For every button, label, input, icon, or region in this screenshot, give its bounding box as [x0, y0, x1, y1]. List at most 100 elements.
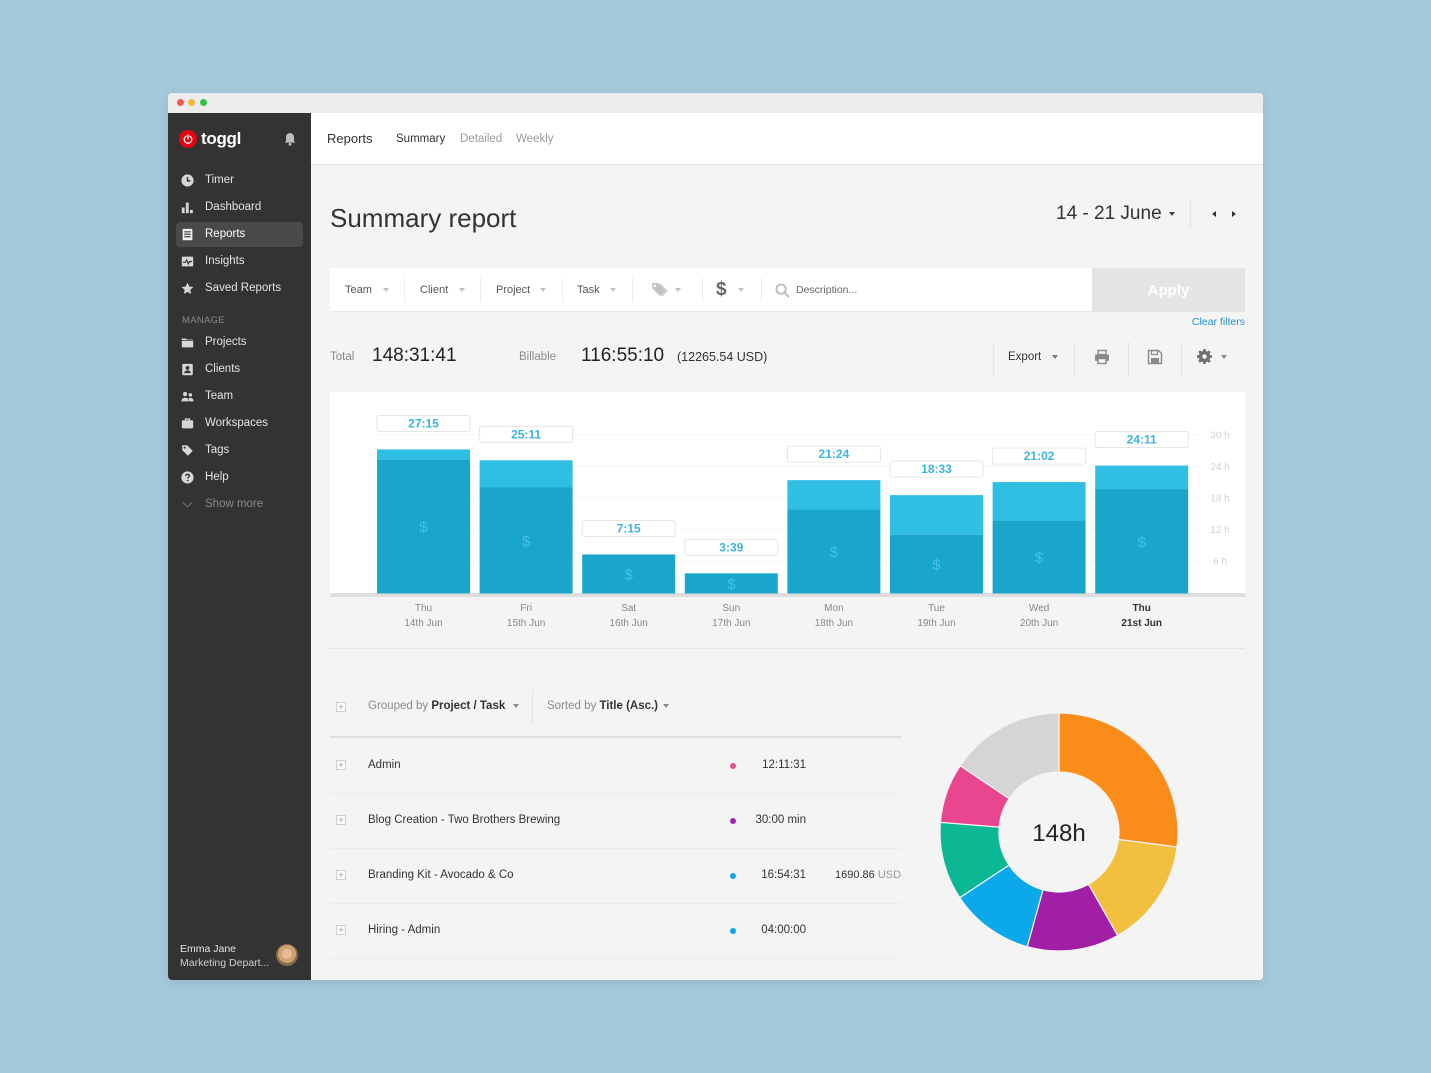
caret-down-icon — [459, 288, 465, 292]
filter-tags-button[interactable] — [651, 282, 671, 303]
bar-nonbillable[interactable] — [479, 460, 573, 488]
filter-project[interactable]: Project — [496, 268, 530, 312]
sidebar-item-saved-reports[interactable]: Saved Reports — [176, 276, 303, 301]
sidebar-item-help[interactable]: Help — [176, 465, 303, 490]
date-range-picker[interactable]: 14 - 21 June — [1056, 202, 1181, 226]
divider — [632, 278, 633, 302]
minimize-window-button[interactable] — [187, 98, 195, 106]
show-more-button[interactable]: Show more — [176, 492, 303, 517]
grouped-by-select[interactable]: Grouped by Project / Task — [368, 699, 505, 713]
filter-billable-button[interactable]: $ — [716, 278, 727, 302]
expand-row-button[interactable]: + — [336, 925, 346, 935]
expand-row-button[interactable]: + — [336, 760, 346, 770]
sorted-by-select[interactable]: Sorted by Title (Asc.) — [547, 699, 658, 713]
filter-task[interactable]: Task — [577, 268, 600, 312]
sidebar-item-timer[interactable]: Timer — [176, 168, 303, 193]
expand-row-button[interactable]: + — [336, 870, 346, 880]
x-tick-date: 17th Jun — [712, 618, 750, 629]
sidebar-item-label: Timer — [205, 173, 234, 186]
caret-down-icon — [738, 288, 744, 292]
billable-dollar-marker: $ — [419, 519, 428, 536]
next-period-button[interactable] — [1232, 210, 1236, 217]
bar-total-label: 27:15 — [408, 416, 439, 430]
print-button[interactable] — [1094, 349, 1110, 370]
divider — [404, 278, 405, 302]
project-amount: 1690.86 USD — [835, 848, 901, 903]
bar-nonbillable[interactable] — [787, 480, 881, 510]
sidebar-item-insights[interactable]: Insights — [176, 249, 303, 274]
donut-center-label: 148h — [1032, 820, 1085, 847]
billable-dollar-marker: $ — [625, 566, 634, 583]
billable-amount: (12265.54 USD) — [677, 350, 768, 364]
sidebar-item-reports[interactable]: Reports — [176, 221, 303, 247]
sidebar-item-clients[interactable]: Clients — [176, 357, 303, 382]
main-content: Reports Summary Detailed Weekly Summary … — [311, 113, 1263, 980]
description-search-input[interactable] — [796, 280, 1096, 300]
project-color-dot — [730, 928, 736, 934]
amount-currency: USD — [877, 869, 902, 881]
project-row[interactable]: + Branding Kit - Avocado & Co 16:54:31 1… — [330, 848, 901, 903]
divider — [1181, 342, 1182, 376]
expand-row-button[interactable]: + — [336, 815, 346, 825]
apply-button[interactable]: Apply — [1092, 268, 1245, 312]
bar-nonbillable[interactable] — [890, 495, 983, 535]
billable-dollar-marker: $ — [1138, 534, 1147, 551]
sidebar-item-dashboard[interactable]: Dashboard — [176, 195, 303, 220]
project-name: Hiring - Admin — [368, 924, 441, 936]
bar-nonbillable[interactable] — [992, 482, 1086, 521]
project-duration: 12:11:31 — [762, 759, 806, 771]
x-tick-day: Fri — [520, 603, 532, 614]
clear-filters-link[interactable]: Clear filters — [1171, 316, 1245, 329]
project-row[interactable]: + Blog Creation - Two Brothers Brewing 3… — [330, 793, 901, 848]
sidebar-item-label: Show more — [205, 497, 264, 510]
sidebar-item-tags[interactable]: Tags — [176, 438, 303, 463]
insights-icon — [181, 255, 194, 268]
x-tick-day: Thu — [1133, 603, 1151, 614]
bar-total-label: 25:11 — [511, 427, 541, 441]
y-tick-label: 24 h — [1210, 462, 1229, 473]
settings-button[interactable] — [1197, 349, 1237, 365]
notifications-bell-icon[interactable] — [284, 132, 296, 146]
x-tick-day: Tue — [928, 603, 945, 614]
export-button[interactable]: Export — [1008, 347, 1064, 367]
tags-icon — [652, 283, 668, 297]
close-window-button[interactable] — [176, 98, 184, 106]
project-name: Admin — [368, 759, 401, 771]
sorted-by-prefix: Sorted by — [547, 700, 597, 712]
briefcase-icon — [181, 417, 194, 430]
team-icon — [181, 390, 194, 403]
toggl-logo-icon[interactable] — [179, 130, 197, 148]
tab-summary[interactable]: Summary — [396, 113, 445, 165]
bar-nonbillable[interactable] — [377, 449, 470, 460]
project-row[interactable]: + Hiring - Admin 04:00:00 — [330, 903, 901, 958]
project-row[interactable]: + Admin 12:11:31 — [330, 738, 901, 793]
filter-team[interactable]: Team — [345, 268, 372, 312]
x-tick-date: 14th Jun — [404, 618, 442, 629]
bar-nonbillable[interactable] — [1095, 465, 1189, 490]
tab-weekly[interactable]: Weekly — [516, 113, 554, 165]
avatar[interactable] — [276, 944, 298, 966]
row-divider — [330, 958, 901, 959]
project-color-dot — [730, 818, 736, 824]
save-report-button[interactable] — [1147, 349, 1163, 370]
previous-period-button[interactable] — [1212, 210, 1216, 217]
expand-all-button[interactable]: + — [336, 702, 346, 712]
bar-total-label: 21:02 — [1024, 449, 1055, 463]
bar-total-label: 21:24 — [819, 447, 850, 461]
user-name[interactable]: Emma Jane — [180, 943, 236, 956]
amount-value: 1690.86 — [835, 869, 875, 881]
x-tick-date: 19th Jun — [917, 618, 955, 629]
y-tick-label: 30 h — [1210, 431, 1229, 442]
billable-dollar-marker: $ — [830, 544, 839, 561]
sidebar: toggl Timer Dashboard Reports Insights S… — [168, 113, 311, 980]
billable-value: 116:55:10 — [581, 345, 665, 366]
filter-client[interactable]: Client — [420, 268, 448, 312]
tab-detailed[interactable]: Detailed — [460, 113, 502, 165]
sidebar-item-label: Projects — [205, 335, 247, 348]
caret-down-icon — [513, 704, 519, 708]
sidebar-item-projects[interactable]: Projects — [176, 330, 303, 355]
maximize-window-button[interactable] — [199, 98, 207, 106]
sorted-by-value: Title (Asc.) — [599, 700, 659, 712]
sidebar-item-workspaces[interactable]: Workspaces — [176, 411, 303, 436]
sidebar-item-team[interactable]: Team — [176, 384, 303, 409]
